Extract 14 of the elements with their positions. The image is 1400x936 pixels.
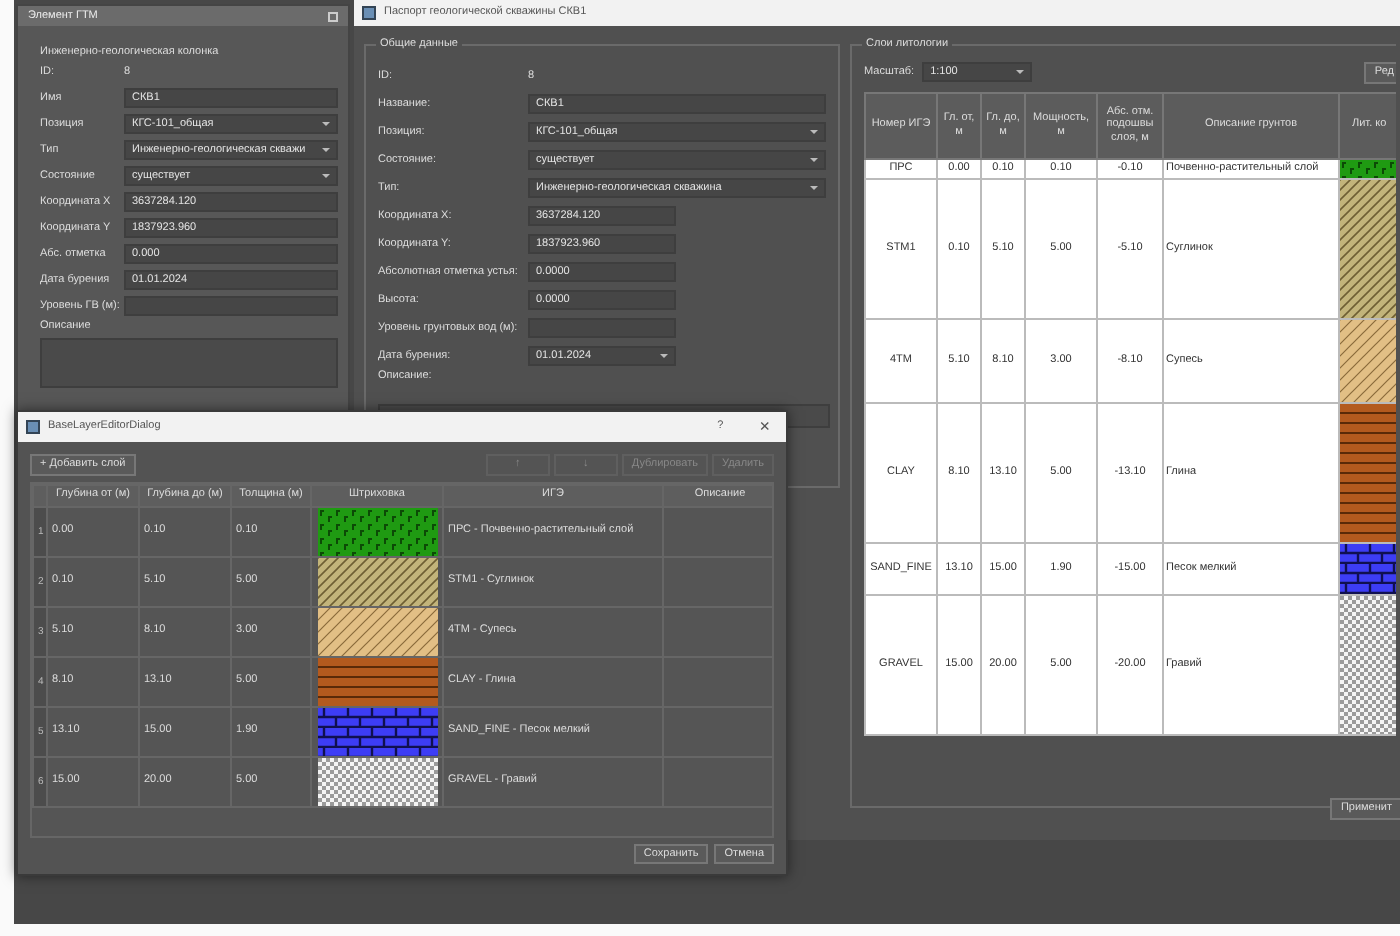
caret-icon bbox=[322, 174, 330, 179]
caret-icon bbox=[810, 186, 818, 190]
input-field[interactable] bbox=[124, 296, 338, 317]
close-button[interactable]: × bbox=[759, 416, 770, 438]
float-icon[interactable] bbox=[328, 11, 338, 21]
window-icon bbox=[26, 420, 40, 434]
caret-icon bbox=[322, 148, 330, 153]
caret-icon bbox=[660, 354, 668, 358]
caret-icon bbox=[810, 130, 818, 134]
caret-icon bbox=[1016, 70, 1025, 75]
caret-icon bbox=[322, 122, 330, 127]
caret-icon bbox=[810, 158, 818, 162]
description-field[interactable] bbox=[40, 338, 338, 389]
window-icon bbox=[362, 6, 376, 20]
